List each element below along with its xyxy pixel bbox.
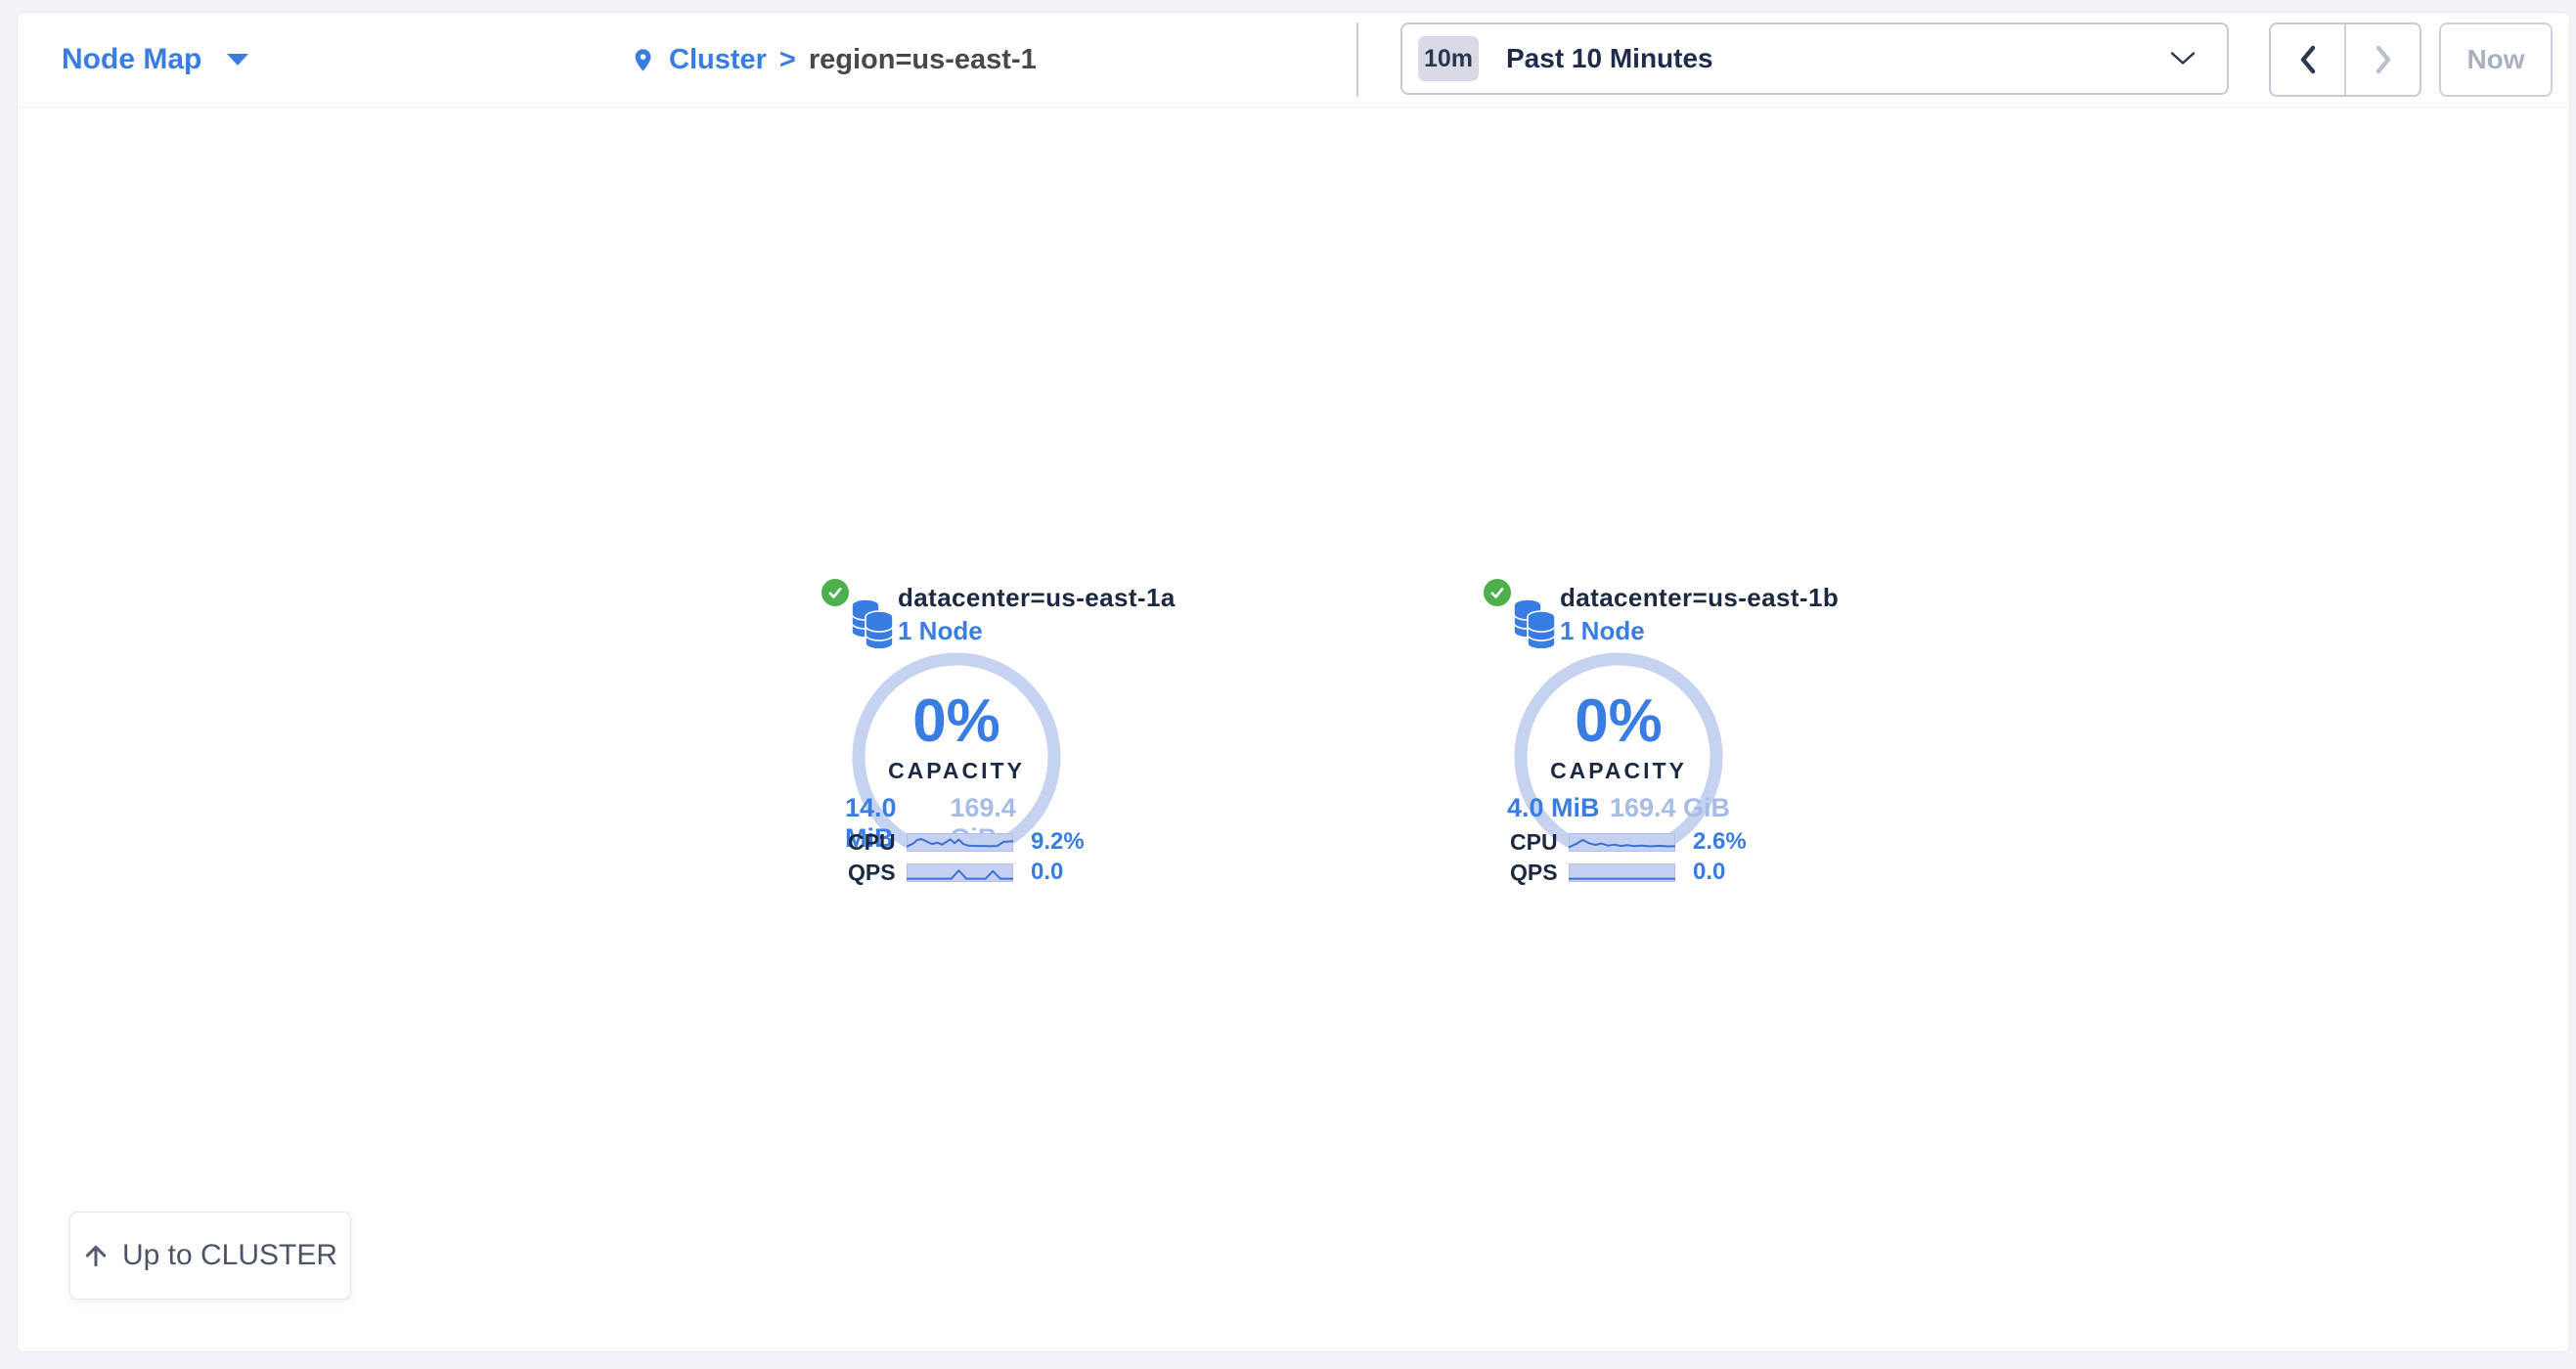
capacity-values: 4.0 MiB 169.4 GiB bbox=[1507, 793, 1730, 823]
capacity-used: 4.0 MiB bbox=[1507, 793, 1600, 823]
locality-node-count: 1 Node bbox=[1560, 616, 1645, 646]
qps-metric-row: QPS 0.0 bbox=[1510, 859, 1749, 886]
locality-node-count: 1 Node bbox=[898, 616, 983, 646]
qps-label: QPS bbox=[848, 860, 907, 886]
header-bar: Node Map Cluster > region=us-east-1 10m … bbox=[18, 13, 2569, 108]
cpu-sparkline bbox=[1569, 833, 1675, 852]
locality-card-us-east-1b[interactable]: datacenter=us-east-1b 1 Node 0% CAPACITY… bbox=[1483, 576, 1754, 899]
locality-title: datacenter=us-east-1a bbox=[898, 583, 1176, 613]
cpu-sparkline bbox=[907, 833, 1013, 852]
capacity-percent: 0% bbox=[846, 691, 1067, 752]
breadcrumb-separator: > bbox=[779, 44, 796, 76]
breadcrumb: Cluster > region=us-east-1 bbox=[630, 13, 1037, 107]
locality-card-us-east-1a[interactable]: datacenter=us-east-1a 1 Node 0% CAPACITY… bbox=[821, 576, 1092, 899]
time-nav-group bbox=[2269, 22, 2421, 97]
cpu-label: CPU bbox=[848, 829, 907, 856]
cpu-metric-row: CPU 2.6% bbox=[1510, 828, 1749, 856]
view-selector-label: Node Map bbox=[62, 43, 201, 76]
breadcrumb-cluster-link[interactable]: Cluster bbox=[669, 44, 767, 76]
breadcrumb-current: region=us-east-1 bbox=[809, 44, 1037, 76]
header-divider bbox=[1356, 22, 1358, 97]
up-to-cluster-button[interactable]: Up to CLUSTER bbox=[69, 1212, 351, 1300]
capacity-label: CAPACITY bbox=[1508, 758, 1729, 784]
locality-title: datacenter=us-east-1b bbox=[1560, 583, 1839, 613]
database-icon bbox=[850, 594, 895, 648]
capacity-label: CAPACITY bbox=[846, 758, 1067, 784]
cpu-metric-row: CPU 9.2% bbox=[848, 828, 1087, 856]
caret-down-icon bbox=[227, 54, 248, 66]
time-range-dropdown[interactable]: 10m Past 10 Minutes bbox=[1400, 22, 2229, 95]
chevron-down-icon bbox=[2170, 52, 2196, 66]
node-map-panel: Node Map Cluster > region=us-east-1 10m … bbox=[17, 12, 2570, 1352]
up-to-cluster-label: Up to CLUSTER bbox=[122, 1239, 337, 1272]
qps-metric-row: QPS 0.0 bbox=[848, 859, 1087, 886]
time-next-button[interactable] bbox=[2346, 24, 2420, 95]
up-arrow-icon bbox=[83, 1243, 109, 1268]
database-icon bbox=[1512, 594, 1557, 648]
capacity-total: 169.4 GiB bbox=[1610, 793, 1730, 823]
time-range-label: Past 10 Minutes bbox=[1506, 43, 1713, 74]
qps-label: QPS bbox=[1510, 860, 1569, 886]
qps-sparkline bbox=[1569, 863, 1675, 882]
capacity-percent: 0% bbox=[1508, 691, 1729, 752]
time-range-badge: 10m bbox=[1418, 36, 1479, 81]
location-pin-icon bbox=[630, 44, 656, 76]
cpu-value: 9.2% bbox=[1031, 828, 1085, 856]
time-prev-button[interactable] bbox=[2271, 24, 2346, 95]
status-healthy-icon bbox=[819, 576, 852, 609]
chevron-right-icon bbox=[2373, 43, 2394, 76]
now-button[interactable]: Now bbox=[2439, 22, 2553, 97]
qps-value: 0.0 bbox=[1031, 859, 1063, 886]
view-selector-dropdown[interactable]: Node Map bbox=[62, 13, 248, 107]
qps-sparkline bbox=[907, 863, 1013, 882]
cpu-label: CPU bbox=[1510, 829, 1569, 856]
qps-value: 0.0 bbox=[1693, 859, 1725, 886]
chevron-left-icon bbox=[2297, 43, 2319, 76]
cpu-value: 2.6% bbox=[1693, 828, 1747, 856]
status-healthy-icon bbox=[1481, 576, 1514, 609]
